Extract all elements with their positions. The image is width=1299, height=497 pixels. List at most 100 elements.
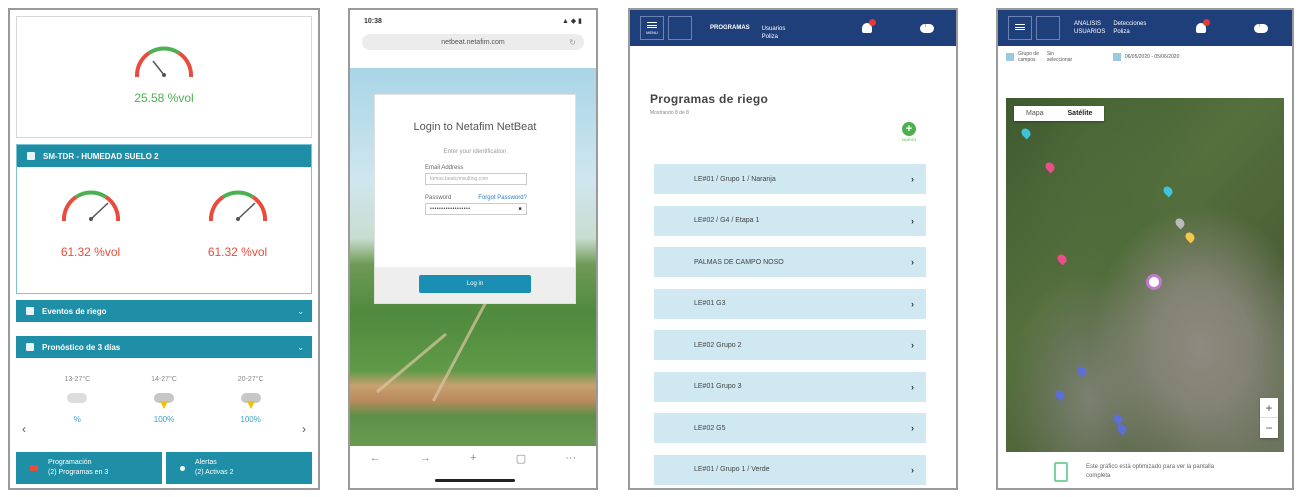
sensor-panel-header[interactable]: SM-TDR - HUMEDAD SUELO 2 [17, 145, 311, 167]
map-pin[interactable] [1183, 230, 1197, 244]
list-item[interactable]: LE#02 / G4 / Etapa 1 › [654, 205, 926, 236]
selected-map-pin[interactable] [1146, 274, 1162, 290]
cloud-upload-icon[interactable] [920, 22, 934, 33]
email-field[interactable]: tomas.beatconsulting.com [425, 173, 527, 185]
menu-button[interactable] [1008, 16, 1032, 40]
nav-detections[interactable]: Detecciones Poliza [1113, 20, 1146, 36]
nav-analysis-line1: ANALISIS [1074, 21, 1102, 27]
program-name: LE#01 / Grupo 1 / Verde [694, 466, 770, 473]
program-name: LE#02 / G4 / Etapa 1 [694, 217, 760, 224]
forecast-rain-pct: 100% [153, 415, 175, 424]
chevron-down-icon: ⌄ [297, 306, 304, 316]
map-type-map[interactable]: Mapa [1014, 106, 1056, 121]
fields-icon [1006, 53, 1014, 61]
nav-programs[interactable]: PROGRAMAS [710, 24, 750, 32]
reload-icon[interactable]: ↻ [569, 38, 576, 47]
menu-icon [1015, 24, 1025, 30]
program-list: LE#01 / Grupo 1 / Naranja › LE#02 / G4 / … [654, 164, 926, 488]
cloudy-icon [62, 387, 92, 411]
forecast-section[interactable]: Pronóstico de 3 días ⌄ [16, 336, 312, 360]
fullscreen-hint: Este gráfico está optimizado para ver la… [1086, 464, 1215, 479]
top-gauge-card: 25.58 %vol [16, 16, 312, 138]
password-label-row: Password Forgot Password? [425, 195, 575, 201]
map-pin[interactable] [1043, 160, 1057, 174]
new-tab-icon[interactable]: + [470, 452, 476, 464]
map-pin[interactable] [1173, 216, 1187, 230]
list-item[interactable]: LE#01 / Grupo 1 / Naranja › [654, 164, 926, 194]
document-icon [26, 307, 34, 315]
satellite-map[interactable]: Mapa Satélite + − [1006, 98, 1284, 452]
filter-bar: Grupo de campos Sin seleccionar 06/05/20… [998, 46, 1292, 68]
forecast-rain-pct: % [73, 415, 81, 424]
forecast-icon [26, 343, 34, 351]
menu-button[interactable]: MENU [640, 16, 664, 40]
zoom-in-button[interactable]: + [1260, 398, 1278, 418]
forecast-day: 13-27°C % [47, 376, 107, 424]
program-name: LE#01 G3 [694, 300, 726, 307]
gauge-right: 61.32 %vol [173, 179, 303, 259]
list-item[interactable]: LE#02 Grupo 2 › [654, 330, 926, 360]
gauge-left-value: 61.32 %vol [60, 245, 121, 259]
map-footer: Este gráfico está optimizado para ver la… [998, 462, 1292, 482]
more-icon[interactable]: ··· [565, 452, 576, 464]
nav-users[interactable]: Usuarios Poliza [762, 25, 786, 41]
alerts-button-count: (2) Activas 2 [195, 469, 234, 476]
login-button[interactable]: Log in [419, 275, 531, 293]
top-nav: ANALISIS USUARIOS Detecciones Poliza [998, 10, 1292, 46]
zoom-out-button[interactable]: − [1260, 418, 1278, 438]
forecast-day: 20-27°C 100% [221, 376, 281, 424]
status-icons: ▲ ◆ ▮ [561, 18, 582, 25]
storm-icon [149, 387, 179, 411]
list-item[interactable]: LE#01 G3 › [654, 288, 926, 319]
forecast-next-icon[interactable]: › [302, 422, 306, 436]
password-field[interactable]: •••••••••••••••••• ■ [425, 203, 527, 215]
gauge-left: 61.32 %vol [26, 179, 156, 259]
zoom-controls: + − [1260, 398, 1278, 438]
calendar-icon [1112, 53, 1121, 61]
map-pin[interactable] [1161, 184, 1175, 198]
map-pin[interactable] [1019, 126, 1033, 140]
phone-programs: MENU PROGRAMAS Usuarios Poliza Programas… [628, 8, 958, 490]
forecast-prev-icon[interactable]: ‹ [22, 422, 26, 436]
tabs-icon[interactable]: ▢ [516, 452, 526, 465]
program-name: LE#01 Grupo 3 [694, 383, 742, 390]
page-title: Programas de riego [650, 92, 769, 106]
chevron-right-icon: › [911, 215, 914, 226]
home-indicator [435, 479, 515, 482]
irrigation-events-section[interactable]: Eventos de riego ⌄ [16, 300, 312, 324]
map-type-satellite[interactable]: Satélite [1056, 106, 1105, 121]
map-pin[interactable] [1053, 388, 1067, 402]
date-range[interactable]: 06/05/2020 - 05/06/2020 [1125, 54, 1180, 60]
list-item[interactable]: LE#01 Grupo 3 › [654, 371, 926, 402]
programs-button-count: (2) Programas en 3 [48, 469, 109, 476]
field-group-select[interactable]: Sin seleccionar [1047, 51, 1105, 63]
forecast-temp: 13-27°C [64, 376, 91, 383]
map-pin[interactable] [1115, 422, 1129, 436]
back-icon[interactable]: ← [370, 452, 381, 464]
url-bar[interactable]: netbeat.netafim.com ↻ [362, 34, 584, 50]
sensor-panel: SM-TDR - HUMEDAD SUELO 2 61.32 %vol 61.3… [16, 144, 312, 294]
map-pin[interactable] [1055, 252, 1069, 266]
alert-icon [180, 465, 185, 471]
forward-icon[interactable]: → [420, 452, 431, 464]
gauge [129, 35, 199, 85]
list-item[interactable]: PALMAS DE CAMPO NOSO › [654, 247, 926, 277]
login-title: Login to Netafim NetBeat [413, 121, 537, 133]
program-name: LE#01 / Grupo 1 / Naranja [694, 175, 776, 183]
show-password-icon[interactable]: ■ [518, 206, 522, 212]
cloud-upload-icon[interactable] [1254, 22, 1268, 33]
programs-button[interactable]: Programación (2) Programas en 3 [16, 452, 162, 484]
map-pin[interactable] [1075, 364, 1089, 378]
nav-users-line2: Poliza [761, 34, 779, 40]
alerts-button[interactable]: Alertas (2) Activas 2 [166, 452, 312, 484]
list-item[interactable]: LE#01 / Grupo 1 / Verde › [654, 454, 926, 485]
chevron-right-icon: › [911, 381, 914, 392]
rotate-phone-icon [1054, 462, 1068, 482]
nav-detections-line2: Poliza [1113, 29, 1130, 35]
nav-analysis[interactable]: ANALISIS USUARIOS [1074, 20, 1105, 36]
forgot-password-link[interactable]: Forgot Password? [478, 195, 527, 201]
add-program-button[interactable]: + NUEVO [902, 122, 916, 142]
login-subtitle: Enter your identification [443, 149, 507, 155]
top-nav: MENU PROGRAMAS Usuarios Poliza [630, 10, 956, 46]
list-item[interactable]: LE#02 G5 › [654, 413, 926, 443]
